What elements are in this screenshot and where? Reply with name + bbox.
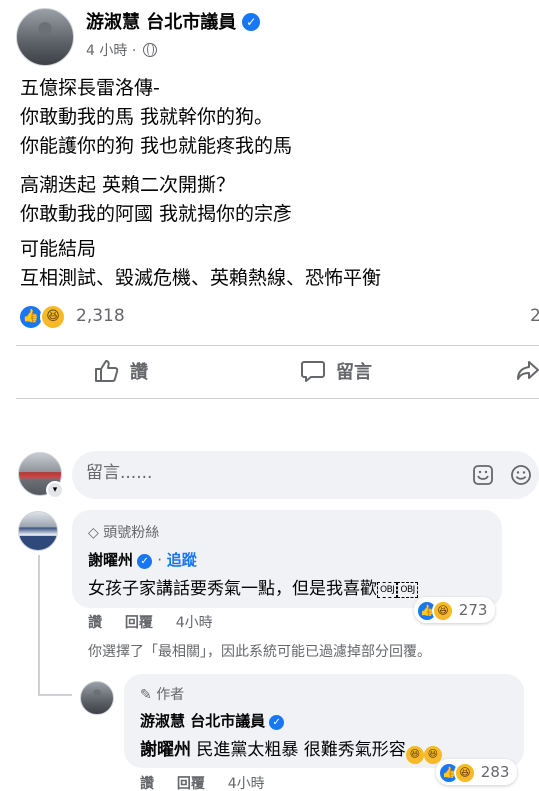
comment-reply-link[interactable]: 回覆: [125, 615, 153, 631]
share-button[interactable]: [516, 358, 539, 387]
comment-composer[interactable]: [72, 451, 539, 499]
post-line: 五億探長雷洛傳-: [20, 77, 160, 99]
unrendered-emoji-token: OBJ: [377, 582, 398, 598]
comment-button[interactable]: 留言: [300, 358, 372, 388]
author-avatar[interactable]: [16, 8, 74, 66]
haha-reaction-icon[interactable]: 😆: [40, 304, 66, 330]
comment-text: 女孩子家講話要秀氣一點，但是我喜歡 OBJ OBJ: [88, 574, 418, 599]
comment-like-link[interactable]: 讚: [88, 615, 102, 631]
thread-line: [38, 694, 72, 696]
comment-reactions[interactable]: 👍 😆 273: [414, 597, 496, 623]
verified-badge-icon: ✓: [137, 554, 153, 569]
unrendered-emoji-token: OBJ: [397, 582, 418, 598]
public-globe-icon: [142, 43, 157, 57]
comment-bubble-icon: [300, 359, 326, 388]
chevron-down-icon[interactable]: ▾: [46, 481, 64, 499]
haha-reaction-icon: 😆: [432, 600, 454, 622]
reply-reactions[interactable]: 👍 😆 283: [436, 759, 518, 785]
reply-text: 謝曜州 民進黨太粗暴 很難秀氣形容 😆 😆: [140, 735, 442, 764]
post-meta: 4 小時 ·: [86, 40, 157, 60]
divider: [16, 345, 539, 346]
post-line: 你能護你的狗 我也就能疼我的馬: [20, 135, 293, 157]
thumbs-up-icon: [94, 359, 120, 388]
post-line: 你敢動我的阿國 我就揭你的宗彥: [20, 203, 293, 225]
post-timestamp[interactable]: 4 小時: [86, 43, 127, 59]
follow-button[interactable]: 追蹤: [167, 551, 197, 569]
author-badge[interactable]: ✎ 作者: [140, 684, 184, 704]
post-line: 高潮迭起 英賴二次開撕？: [20, 174, 236, 196]
reply-author-name[interactable]: 游淑慧 台北市議員 ✓: [140, 710, 285, 731]
top-fan-badge[interactable]: ◇ 頭號粉絲: [88, 522, 159, 542]
verified-badge-icon: ✓: [269, 715, 285, 730]
reply-time[interactable]: 4小時: [228, 776, 265, 791]
reaction-count[interactable]: 2,318: [76, 306, 125, 326]
reply-author-avatar[interactable]: [80, 681, 114, 715]
post-line: 互相測試、毀滅危機、英賴熱線、恐怖平衡: [20, 267, 382, 289]
author-name[interactable]: 游淑慧 台北市議員 ✓: [86, 8, 261, 34]
divider: [16, 398, 539, 399]
post-line: 你敢動我的馬 我就幹你的狗。: [20, 106, 274, 128]
commenter-name[interactable]: 謝曜州 ✓ · 追蹤: [88, 549, 197, 570]
comment-actions: 讚 回覆 4小時: [88, 612, 231, 632]
comment-bubble: ◇ 頭號粉絲 謝曜州 ✓ · 追蹤 女孩子家講話要秀氣一點，但是我喜歡 OBJ OBJ: [72, 510, 502, 608]
diamond-icon: ◇: [88, 525, 99, 541]
share-arrow-icon: [516, 358, 539, 387]
reply-bubble: ✎ 作者 游淑慧 台北市議員 ✓ 謝曜州 民進黨太粗暴 很難秀氣形容 😆 😆: [124, 674, 524, 768]
haha-reaction-icon: 😆: [454, 762, 476, 784]
post-line: 可能結局: [20, 238, 97, 260]
filter-note: 你選擇了「最相關」，因此系統可能已過濾掉部分回覆。: [88, 644, 431, 660]
gif-icon[interactable]: [472, 464, 494, 490]
comment-count-partial[interactable]: 2: [530, 306, 539, 326]
meta-separator: ·: [131, 43, 137, 59]
thread-line: [38, 555, 40, 695]
reply-like-link[interactable]: 讚: [140, 776, 154, 791]
verified-badge-icon: ✓: [242, 13, 261, 31]
pen-icon: ✎: [140, 687, 152, 703]
comment-input[interactable]: [86, 463, 446, 483]
comment-time[interactable]: 4小時: [176, 615, 213, 631]
rofl-emoji-icon: 😆: [405, 746, 424, 764]
commenter-avatar[interactable]: [18, 511, 58, 551]
mention-link[interactable]: 謝曜州: [140, 740, 191, 760]
like-button[interactable]: 讚: [94, 358, 148, 388]
emoji-smiley-icon[interactable]: [510, 464, 532, 490]
reply-actions: 讚 回覆 4小時: [140, 773, 283, 791]
reply-reply-link[interactable]: 回覆: [177, 776, 205, 791]
